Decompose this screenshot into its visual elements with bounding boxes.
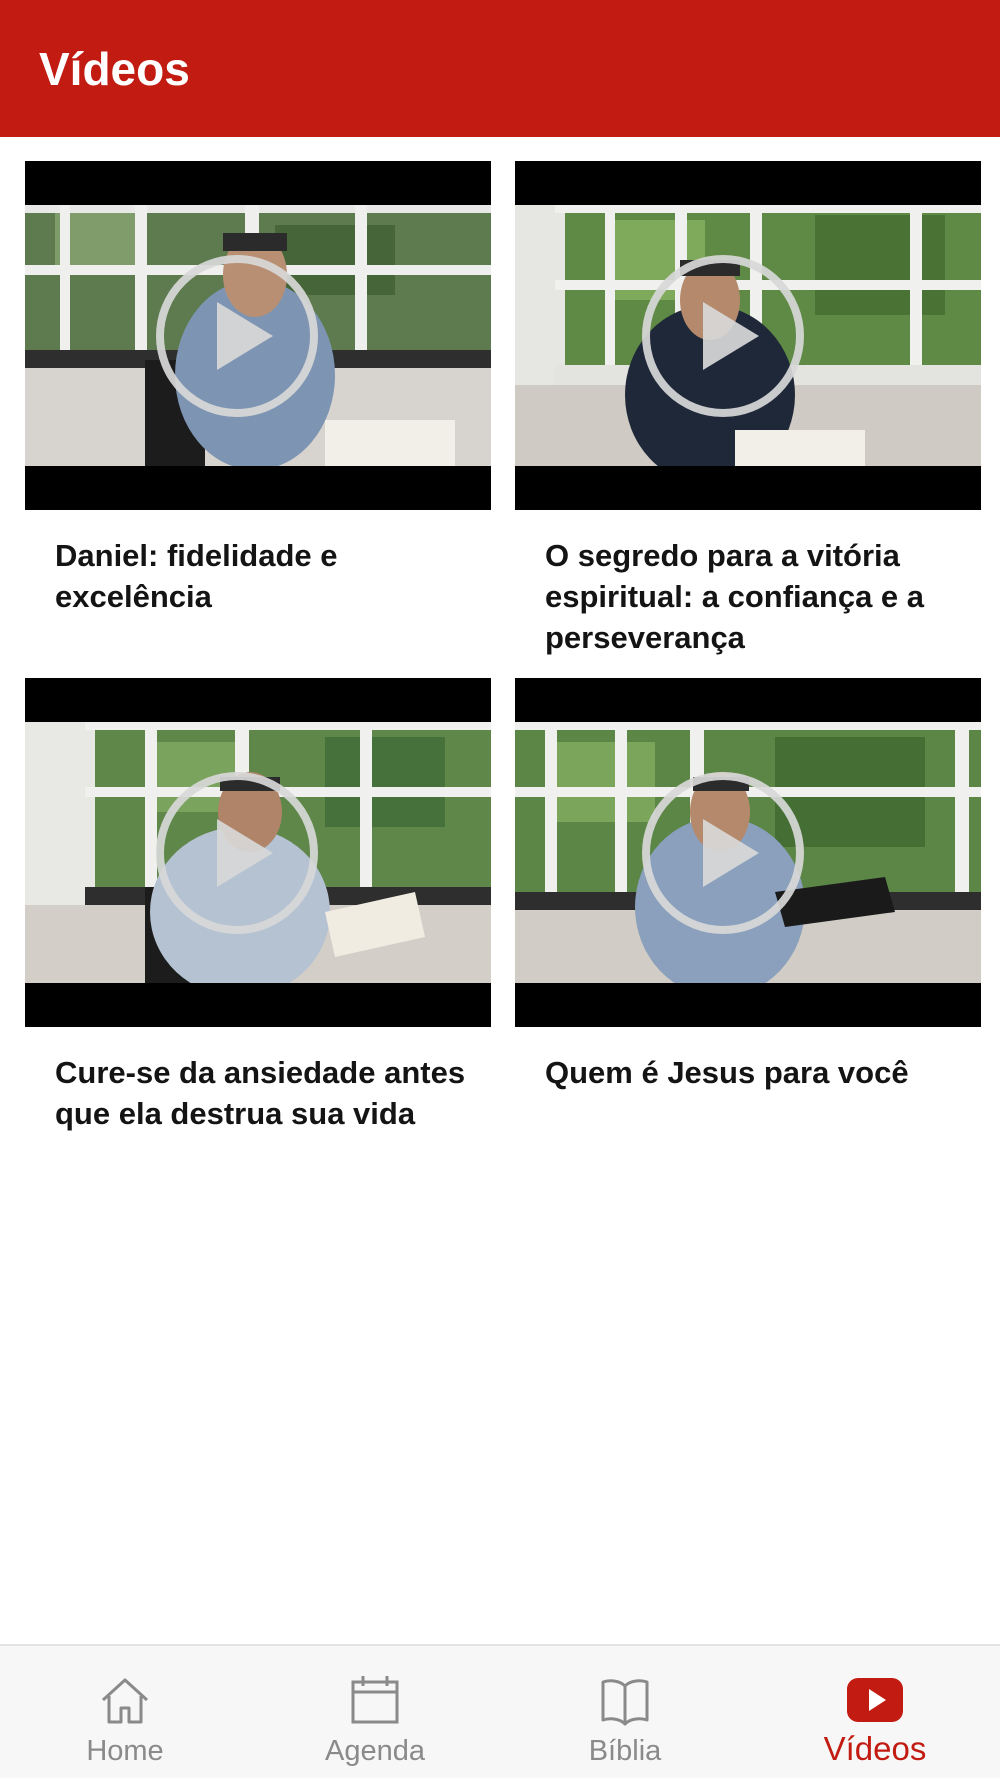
page-title: Vídeos bbox=[39, 43, 190, 95]
video-title[interactable]: Daniel: fidelidade e excelência bbox=[25, 510, 491, 617]
calendar-icon bbox=[345, 1674, 405, 1726]
play-icon[interactable] bbox=[641, 254, 805, 418]
video-thumbnail[interactable] bbox=[25, 161, 491, 510]
play-icon[interactable] bbox=[155, 771, 319, 935]
home-icon bbox=[95, 1674, 155, 1726]
video-thumbnail[interactable] bbox=[25, 678, 491, 1027]
tab-home[interactable]: Home bbox=[0, 1646, 250, 1778]
video-card[interactable]: Daniel: fidelidade e excelência bbox=[25, 161, 491, 617]
video-card[interactable]: O segredo para a vitória espiritual: a c… bbox=[515, 161, 981, 658]
tab-biblia[interactable]: Bíblia bbox=[500, 1646, 750, 1778]
play-icon[interactable] bbox=[641, 771, 805, 935]
youtube-icon bbox=[845, 1674, 905, 1726]
video-title[interactable]: Quem é Jesus para você bbox=[515, 1027, 981, 1093]
app-screen: Vídeos Daniel: fidelidade e excelência O… bbox=[0, 0, 1000, 1778]
play-icon[interactable] bbox=[155, 254, 319, 418]
tab-videos[interactable]: Vídeos bbox=[750, 1646, 1000, 1778]
book-icon bbox=[595, 1674, 655, 1726]
video-thumbnail[interactable] bbox=[515, 678, 981, 1027]
video-card[interactable]: Cure-se da ansiedade antes que ela destr… bbox=[25, 678, 491, 1134]
video-thumbnail[interactable] bbox=[515, 161, 981, 510]
tab-biblia-label: Bíblia bbox=[588, 1735, 662, 1767]
tab-videos-label: Vídeos bbox=[823, 1730, 927, 1767]
video-title[interactable]: Cure-se da ansiedade antes que ela destr… bbox=[25, 1027, 491, 1134]
tab-home-label: Home bbox=[86, 1735, 164, 1767]
bottom-tab-bar: Home Agenda Bíblia Vídeos bbox=[0, 1644, 1000, 1778]
app-bar: Vídeos bbox=[0, 0, 1000, 137]
tab-agenda[interactable]: Agenda bbox=[250, 1646, 500, 1778]
video-title[interactable]: O segredo para a vitória espiritual: a c… bbox=[515, 510, 981, 658]
tab-agenda-label: Agenda bbox=[325, 1735, 425, 1767]
video-card[interactable]: Quem é Jesus para você bbox=[515, 678, 981, 1093]
